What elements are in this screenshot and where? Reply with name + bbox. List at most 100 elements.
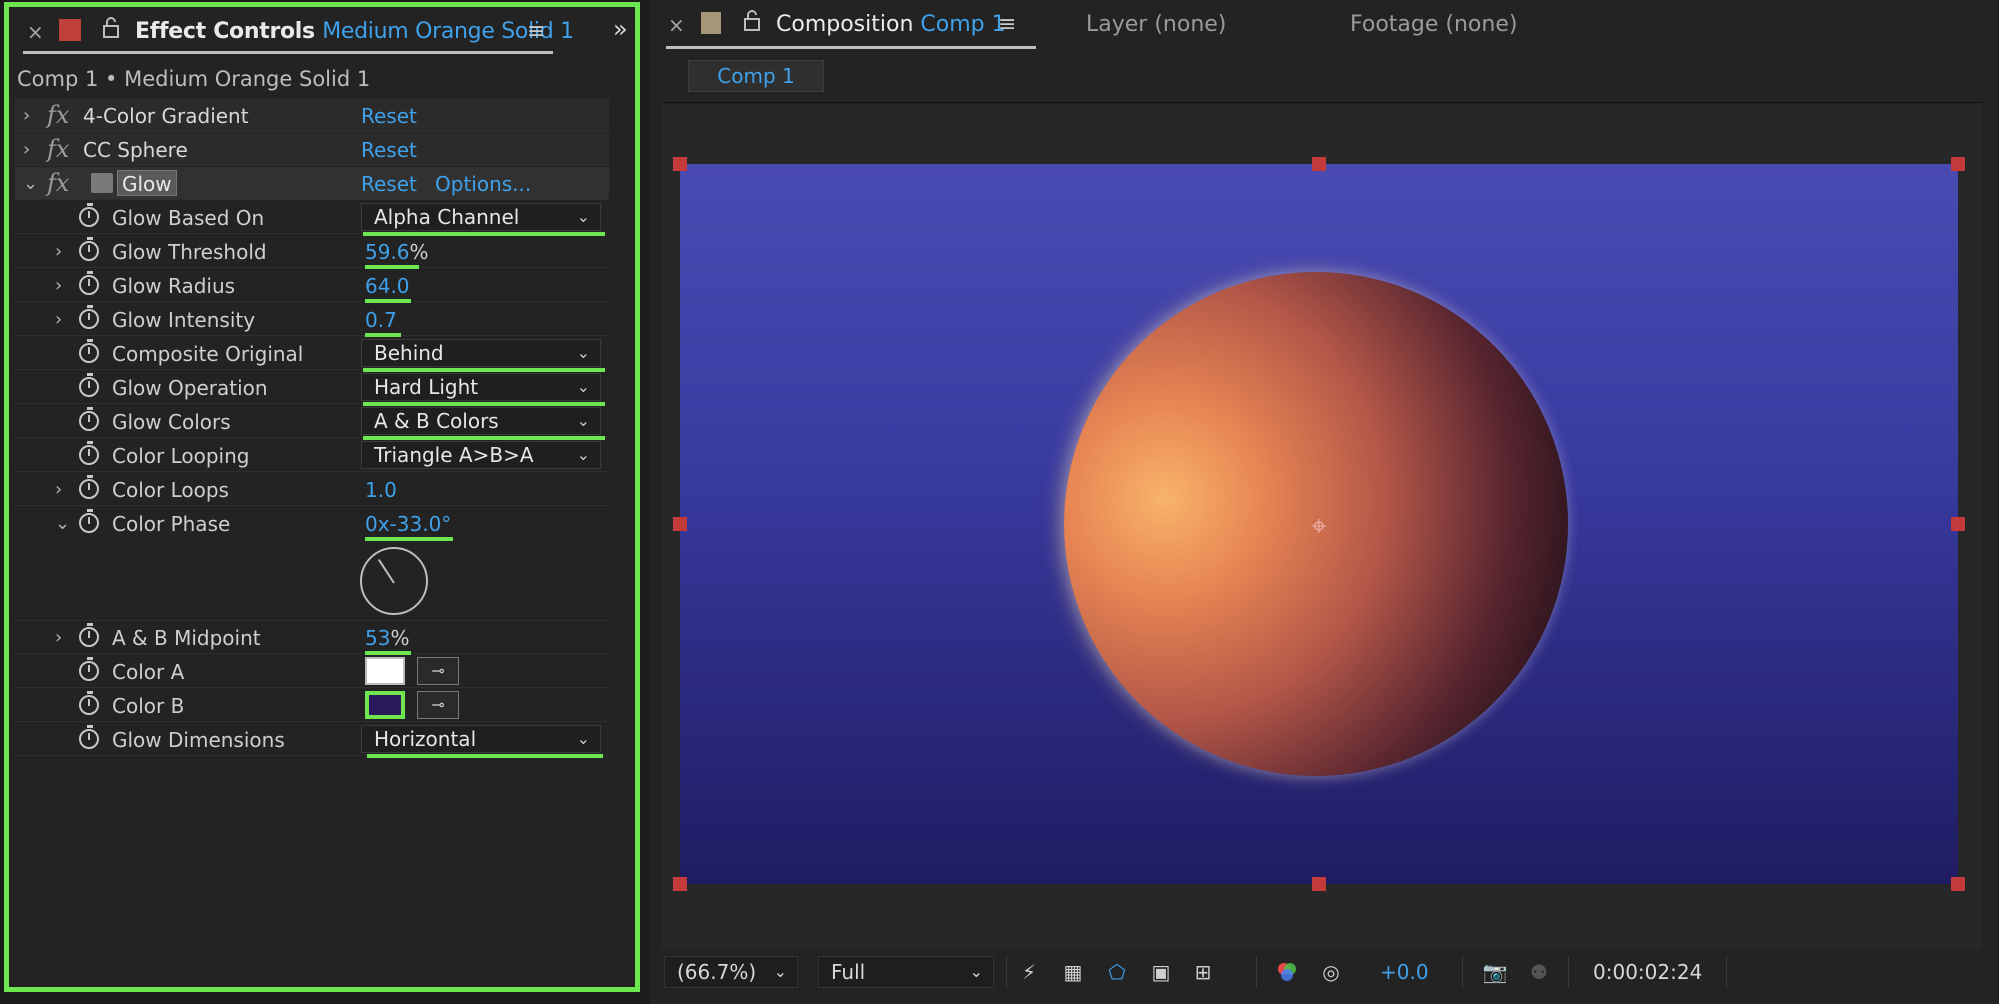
glow-intensity-value[interactable]: 0.7 bbox=[365, 308, 397, 332]
close-icon[interactable]: × bbox=[668, 13, 685, 37]
eyedropper-icon[interactable]: ⊸ bbox=[417, 657, 459, 685]
resolution-select[interactable]: Full ⌄ bbox=[818, 956, 994, 988]
composite-original-select[interactable]: Behind ⌄ bbox=[361, 339, 601, 367]
layer-handle-bottom-center[interactable] bbox=[1312, 877, 1326, 891]
lock-icon[interactable] bbox=[101, 17, 121, 39]
effect-controls-tab[interactable]: Effect Controls Medium Orange Solid 1 bbox=[135, 19, 574, 44]
effect-row-glow[interactable]: ⌄ fx Glow Reset Options... bbox=[15, 167, 609, 200]
twirl-closed-icon[interactable]: › bbox=[55, 241, 62, 262]
select-value: Behind bbox=[374, 341, 444, 365]
comp-navigator-tab[interactable]: Comp 1 bbox=[688, 60, 824, 92]
color-loops-value[interactable]: 1.0 bbox=[365, 478, 397, 502]
toolbar-divider bbox=[1462, 956, 1463, 988]
composition-tab[interactable]: Composition Comp 1 bbox=[776, 12, 1006, 37]
mask-path-visibility-icon[interactable]: ⬠ bbox=[1104, 960, 1130, 984]
grid-guides-icon[interactable]: ⊞ bbox=[1190, 960, 1216, 984]
eyedropper-icon[interactable]: ⊸ bbox=[417, 691, 459, 719]
prop-label: Color Looping bbox=[112, 444, 250, 468]
stopwatch-icon[interactable] bbox=[79, 271, 99, 295]
twirl-closed-icon[interactable]: › bbox=[55, 479, 62, 500]
show-snapshot-icon[interactable]: ⚉ bbox=[1526, 960, 1552, 984]
twirl-closed-icon[interactable]: › bbox=[55, 627, 62, 648]
twirl-closed-icon[interactable]: › bbox=[55, 309, 62, 330]
layer-handle-middle-right[interactable] bbox=[1951, 517, 1965, 531]
stopwatch-icon[interactable] bbox=[79, 475, 99, 499]
prop-color-looping: Color Looping Triangle A>B>A ⌄ bbox=[15, 439, 609, 472]
lock-icon[interactable] bbox=[742, 10, 762, 38]
prop-label: Composite Original bbox=[112, 342, 304, 366]
active-tab-underline bbox=[23, 51, 553, 54]
anchor-point-icon[interactable]: ⌖ bbox=[1304, 511, 1334, 541]
composition-viewer[interactable]: ⌖ bbox=[662, 104, 1982, 950]
twirl-open-icon[interactable]: ⌄ bbox=[55, 513, 70, 534]
fx-icon[interactable]: fx bbox=[47, 169, 69, 197]
color-looping-select[interactable]: Triangle A>B>A ⌄ bbox=[361, 441, 601, 469]
twirl-closed-icon[interactable]: › bbox=[23, 139, 30, 160]
effect-row-4-color-gradient[interactable]: › fx 4-Color Gradient Reset bbox=[15, 99, 609, 132]
stopwatch-icon[interactable] bbox=[79, 725, 99, 749]
glow-dimensions-select[interactable]: Horizontal ⌄ bbox=[361, 725, 601, 753]
twirl-closed-icon[interactable]: › bbox=[55, 275, 62, 296]
effect-controls-tab-label: Effect Controls bbox=[135, 19, 315, 44]
highlight-underline bbox=[367, 754, 603, 758]
prop-color-b: Color B ⊸ bbox=[15, 689, 609, 722]
layer-handle-bottom-right[interactable] bbox=[1951, 877, 1965, 891]
twirl-open-icon[interactable]: ⌄ bbox=[23, 173, 38, 194]
color-phase-value[interactable]: 0x-33.0° bbox=[365, 512, 451, 536]
layer-handle-bottom-left[interactable] bbox=[673, 877, 687, 891]
prop-composite-original: Composite Original Behind ⌄ bbox=[15, 337, 609, 372]
comp-color-swatch bbox=[701, 12, 721, 34]
stopwatch-icon[interactable] bbox=[79, 691, 99, 715]
expand-panels-icon[interactable]: » bbox=[613, 15, 628, 43]
fx-icon[interactable]: fx bbox=[47, 135, 69, 163]
color-a-swatch[interactable] bbox=[365, 657, 405, 685]
glow-based-on-select[interactable]: Alpha Channel ⌄ bbox=[361, 203, 601, 231]
zoom-select[interactable]: (66.7%) ⌄ bbox=[664, 956, 798, 988]
layer-handle-middle-left[interactable] bbox=[673, 517, 687, 531]
channel-rgb-icon[interactable] bbox=[1274, 960, 1300, 984]
panel-menu-icon[interactable]: ≡ bbox=[527, 19, 545, 44]
prop-color-a: Color A ⊸ bbox=[15, 655, 609, 688]
panel-menu-icon[interactable]: ≡ bbox=[998, 12, 1016, 37]
glow-radius-value[interactable]: 64.0 bbox=[365, 274, 410, 298]
footage-tab[interactable]: Footage (none) bbox=[1350, 12, 1517, 37]
close-icon[interactable]: × bbox=[27, 20, 44, 44]
glow-operation-select[interactable]: Hard Light ⌄ bbox=[361, 373, 601, 401]
stopwatch-icon[interactable] bbox=[79, 407, 99, 431]
exposure-value[interactable]: +0.0 bbox=[1380, 960, 1429, 984]
camera-snapshot-icon[interactable]: 📷 bbox=[1482, 960, 1508, 984]
stopwatch-icon[interactable] bbox=[79, 237, 99, 261]
stopwatch-icon[interactable] bbox=[79, 441, 99, 465]
layer-tab[interactable]: Layer (none) bbox=[1086, 12, 1226, 37]
transparency-grid-icon[interactable]: ▦ bbox=[1060, 960, 1086, 984]
glow-threshold-value[interactable]: 59.6% bbox=[365, 240, 429, 264]
options-button[interactable]: Options... bbox=[435, 172, 531, 196]
layer-handle-top-center[interactable] bbox=[1312, 157, 1326, 171]
stopwatch-icon[interactable] bbox=[79, 623, 99, 647]
fx-icon[interactable]: fx bbox=[47, 101, 69, 129]
reset-button[interactable]: Reset bbox=[361, 138, 417, 162]
twirl-closed-icon[interactable]: › bbox=[23, 105, 30, 126]
glow-colors-select[interactable]: A & B Colors ⌄ bbox=[361, 407, 601, 435]
reset-button[interactable]: Reset bbox=[361, 172, 417, 196]
reset-button[interactable]: Reset bbox=[361, 104, 417, 128]
current-time-display[interactable]: 0:00:02:24 bbox=[1580, 956, 1716, 988]
region-of-interest-icon[interactable]: ▣ bbox=[1148, 960, 1174, 984]
layer-handle-top-left[interactable] bbox=[673, 157, 687, 171]
fast-previews-icon[interactable]: ⚡ bbox=[1016, 960, 1042, 984]
color-b-swatch[interactable] bbox=[365, 691, 405, 719]
reset-exposure-icon[interactable]: ◎ bbox=[1318, 960, 1344, 984]
stopwatch-icon[interactable] bbox=[79, 509, 99, 533]
stopwatch-icon[interactable] bbox=[79, 203, 99, 227]
color-phase-angle-dial[interactable] bbox=[360, 547, 428, 615]
stopwatch-icon[interactable] bbox=[79, 305, 99, 329]
stopwatch-icon[interactable] bbox=[79, 373, 99, 397]
layer-handle-top-right[interactable] bbox=[1951, 157, 1965, 171]
composition-canvas[interactable]: ⌖ bbox=[680, 164, 1958, 884]
effect-row-cc-sphere[interactable]: › fx CC Sphere Reset bbox=[15, 133, 609, 166]
stopwatch-icon[interactable] bbox=[79, 657, 99, 681]
prop-label: Glow Colors bbox=[112, 410, 231, 434]
stopwatch-icon[interactable] bbox=[79, 339, 99, 363]
composition-tab-comp-name: Comp 1 bbox=[920, 12, 1006, 37]
ab-midpoint-value[interactable]: 53% bbox=[365, 626, 409, 650]
